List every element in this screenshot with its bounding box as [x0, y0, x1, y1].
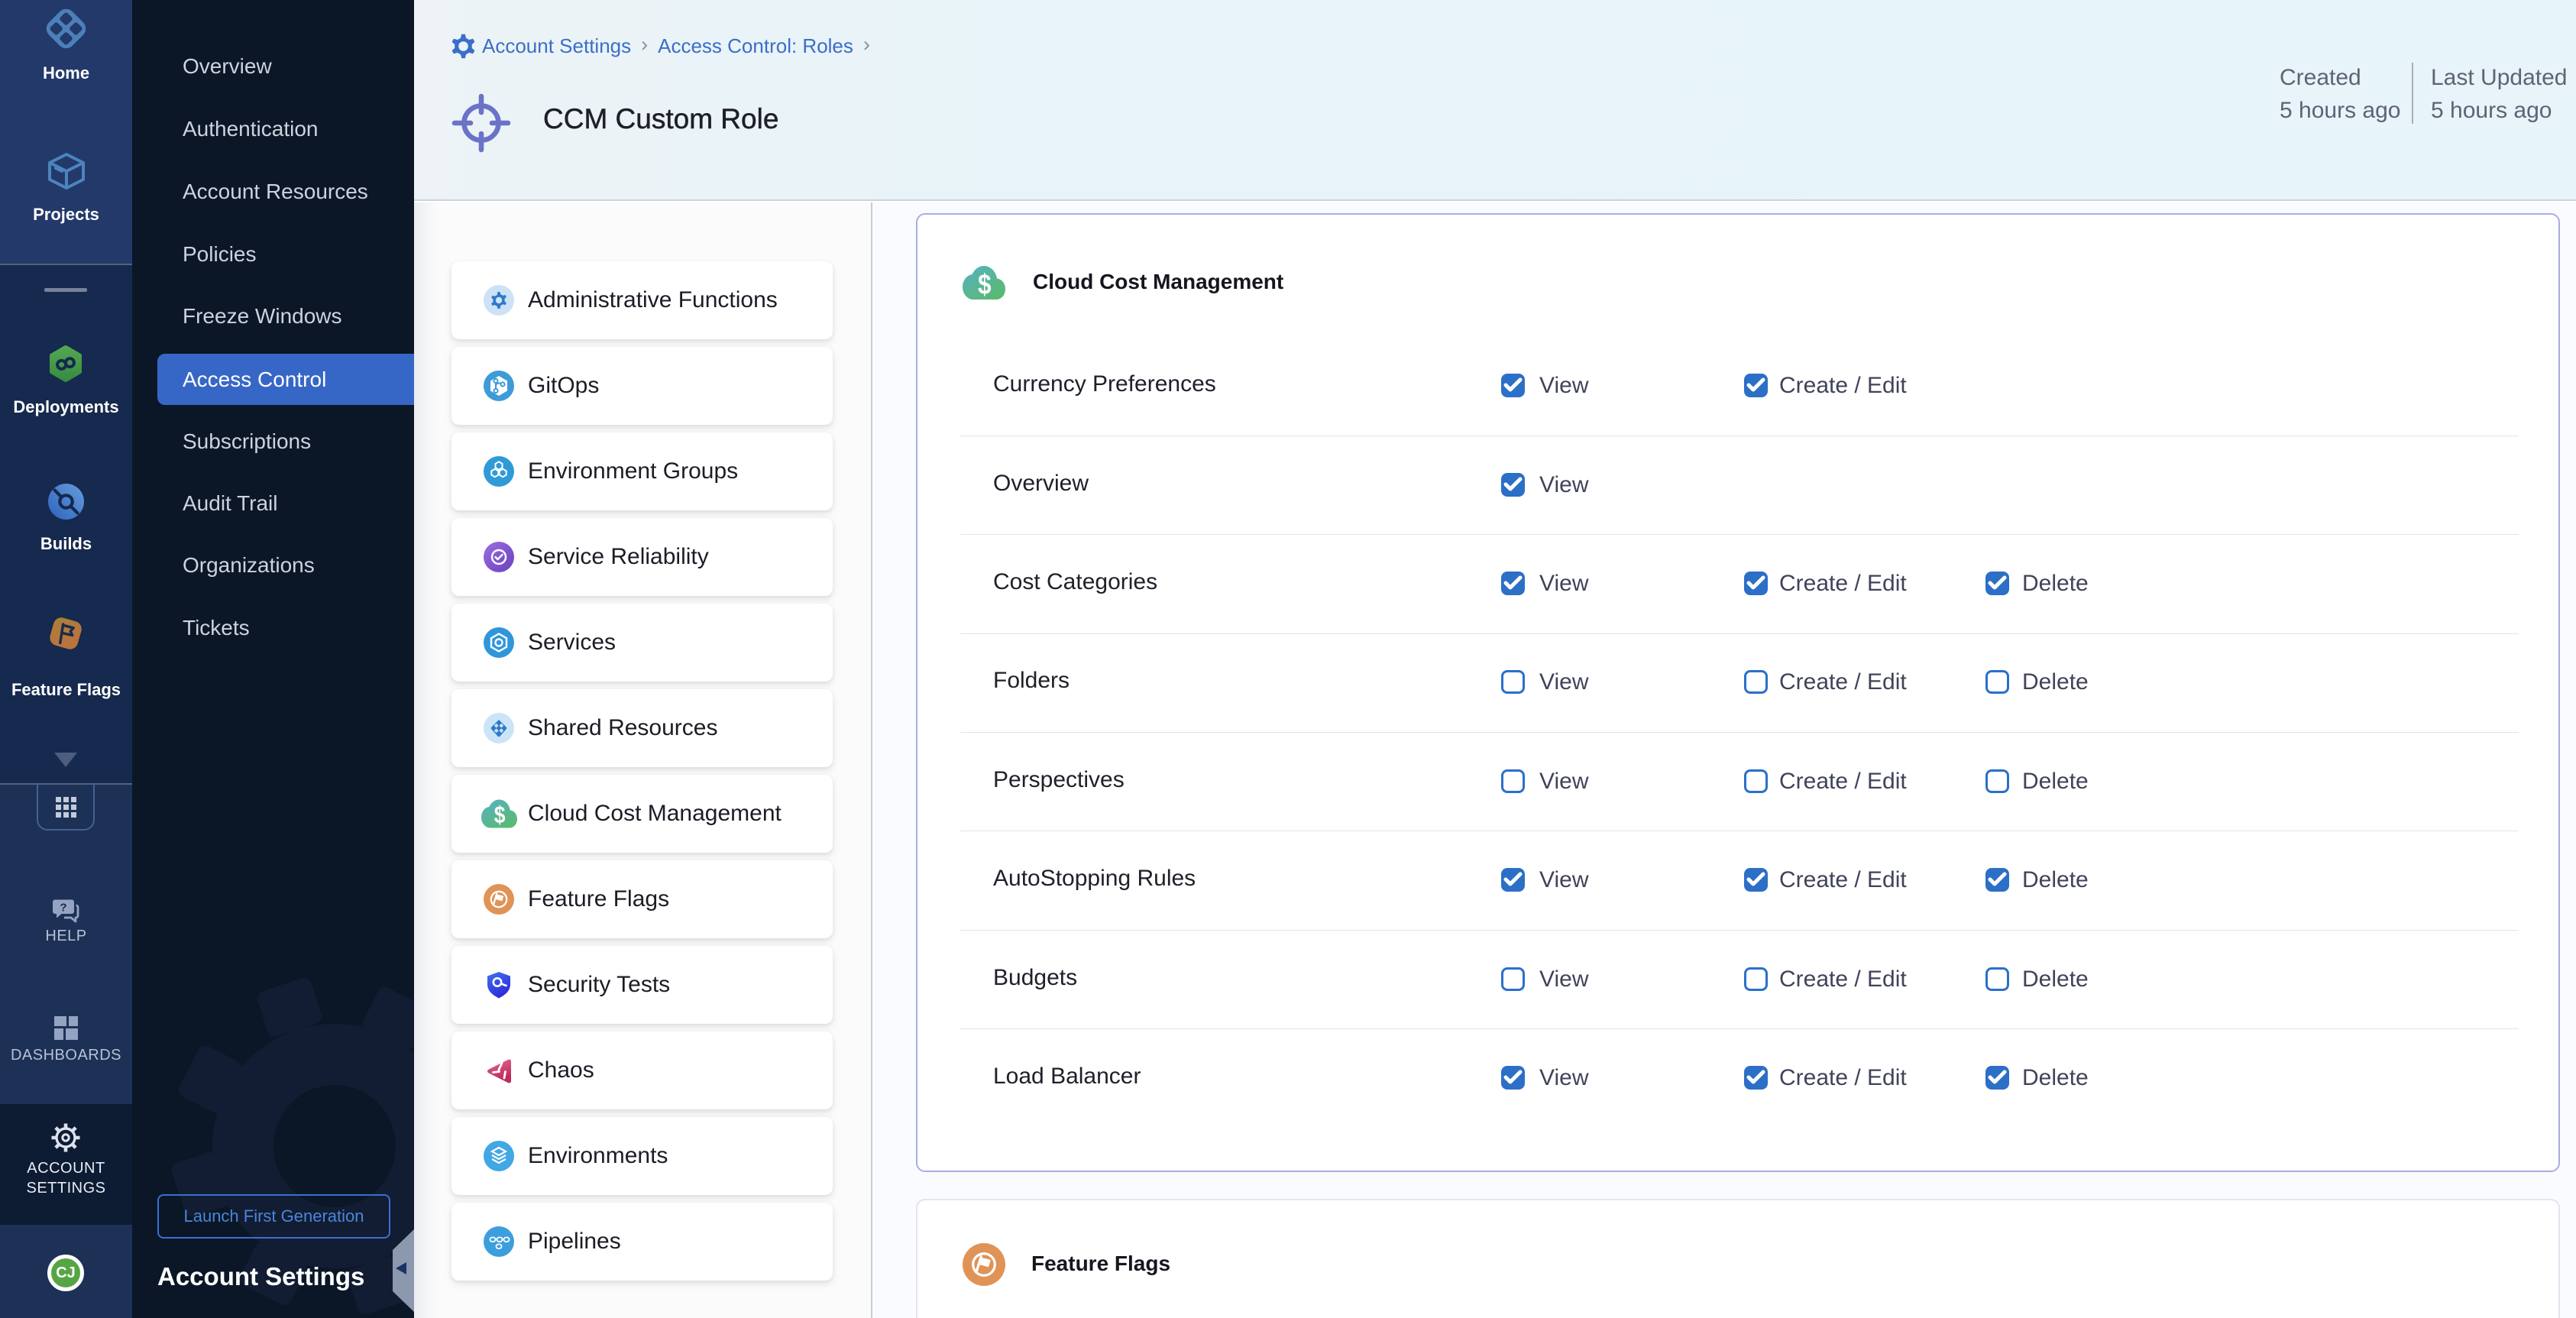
svg-text:?: ?: [60, 902, 66, 915]
svg-text:$: $: [978, 269, 992, 300]
svg-text:$: $: [494, 802, 506, 827]
